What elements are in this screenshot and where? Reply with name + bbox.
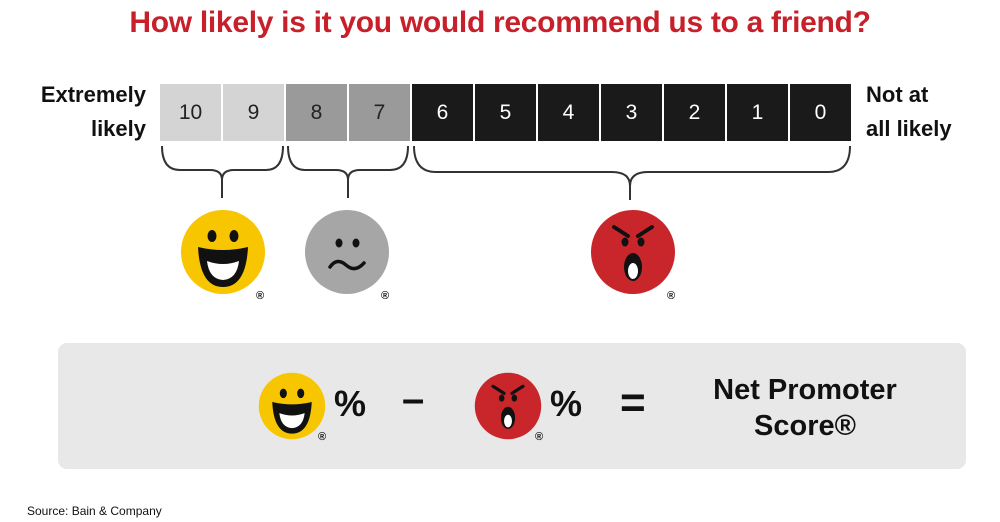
- formula-happy-face-icon: [258, 372, 326, 440]
- detractor-percent-sign: %: [550, 383, 583, 424]
- promoter-registered-mark: ®: [256, 290, 265, 302]
- minus-sign: –: [402, 377, 425, 421]
- passive-registered-mark: ®: [381, 290, 390, 302]
- source-note: Source: Bain & Company: [27, 504, 162, 518]
- promoter-percent-sign: %: [334, 383, 367, 424]
- happy-face-icon: [181, 210, 265, 294]
- detractor-registered-mark: ®: [667, 290, 676, 302]
- angry-face-icon: [591, 210, 675, 294]
- equals-sign: =: [620, 378, 646, 427]
- neutral-face-icon: [305, 210, 389, 294]
- net-promoter-score-label: Net Promoter Score®: [690, 372, 920, 444]
- nps-label-line1: Net Promoter: [713, 374, 897, 406]
- formula-promoter-registered-mark: ®: [318, 431, 327, 443]
- nps-label-line2: Score®: [754, 410, 856, 442]
- passive-bracket: [287, 145, 409, 198]
- formula-detractor-registered-mark: ®: [535, 431, 544, 443]
- formula-angry-face-icon: [474, 372, 542, 440]
- promoter-bracket: [161, 145, 284, 198]
- detractor-bracket: [413, 145, 851, 200]
